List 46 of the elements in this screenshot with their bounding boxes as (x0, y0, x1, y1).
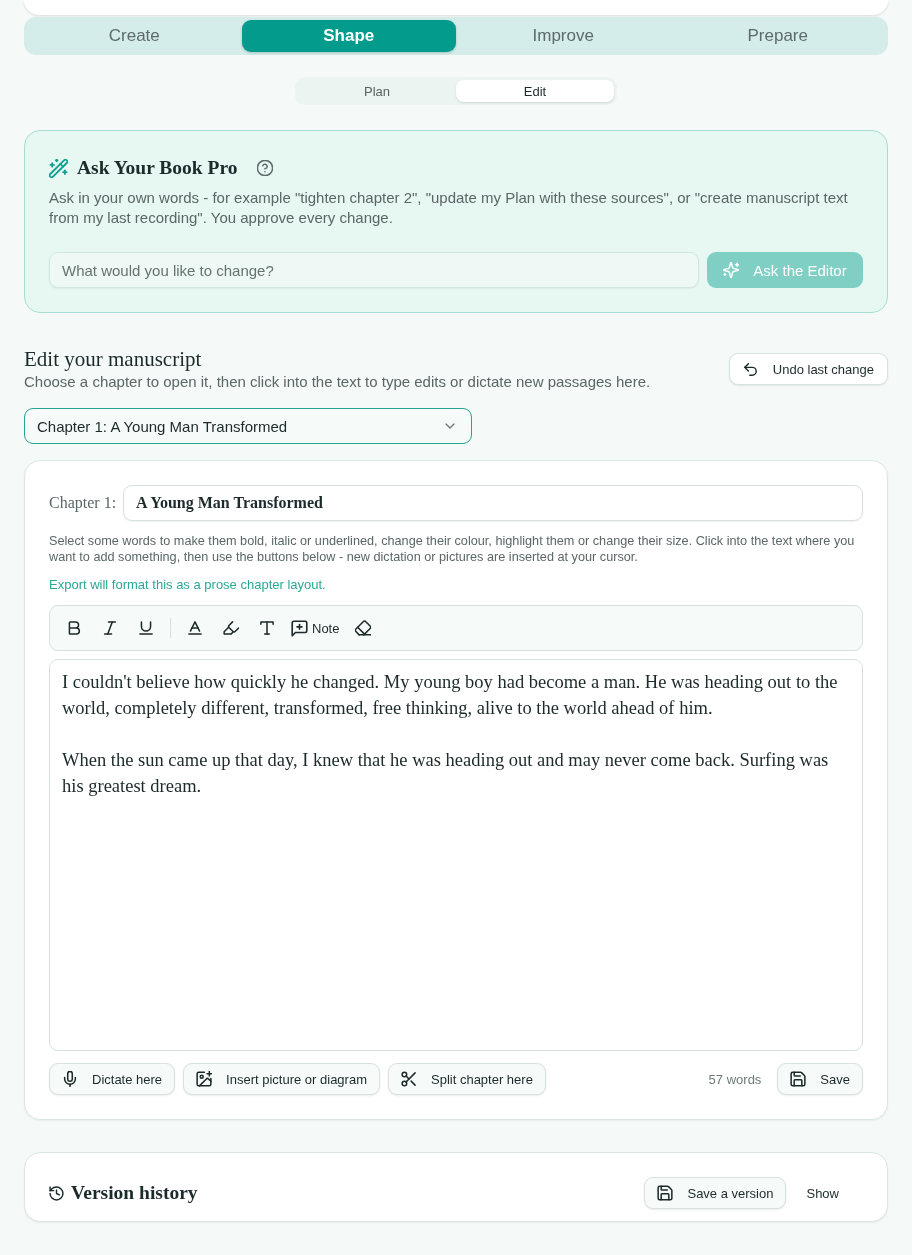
text-colour-icon (187, 620, 203, 636)
undo-button[interactable]: Undo last change (728, 353, 888, 385)
message-plus-icon (291, 619, 308, 637)
save-icon (657, 1185, 674, 1201)
view-toggle-option[interactable]: Edit (456, 80, 614, 102)
export-note: Export will format this as a prose chapter layout. (49, 577, 327, 593)
microphone-icon (62, 1071, 78, 1087)
highlighter-icon (223, 620, 239, 636)
action-button[interactable]: Dictate here (49, 1063, 176, 1095)
section-subtitle: Choose a chapter to open it, then click into the text to type edits or dictate new passages here. (24, 372, 651, 392)
eraser-icon (355, 620, 372, 636)
history-icon (49, 1185, 64, 1201)
panel-title: Ask Your Book Pro (77, 156, 238, 180)
stage-tab[interactable]: Improve (456, 20, 671, 52)
undo-icon (742, 361, 758, 377)
stage-tab[interactable]: Create (27, 20, 242, 52)
show-button[interactable]: Show (794, 1177, 851, 1209)
italic-icon (102, 620, 118, 636)
chapter-title-field[interactable]: A Young Man Transformed (123, 485, 863, 521)
bold-icon (66, 620, 82, 636)
help-icon (256, 160, 273, 176)
view-toggle-option[interactable]: Plan (298, 80, 456, 102)
manuscript-paragraph: I couldn't believe how quickly he changed. My young boy had become a man. He was heading out to the world, completely different, transformed, free thinking, alive to the world ahead of him. (62, 671, 839, 720)
chapter-label: Chapter 1: (49, 494, 117, 512)
underline-icon (138, 620, 154, 636)
text-size-icon (259, 620, 275, 636)
save-icon (790, 1071, 807, 1087)
panel-description: Ask in your own words - for example "tighten chapter 2", "update my Plan with these sources", or "create manuscript text from my last recording". You approve every change. (49, 188, 849, 228)
section-title: Edit your manuscript (24, 346, 203, 372)
note-button[interactable]: Note (287, 613, 344, 643)
chapter-select[interactable]: Chapter 1: A Young Man Transformed (24, 408, 472, 444)
stage-tab[interactable]: Prepare (670, 20, 885, 52)
save-button[interactable]: Save (777, 1063, 863, 1095)
help-text: Select some words to make them bold, italic or underlined, change their colour, highlight them or change their size. Click into the text where you want to add something, then use the buttons below - new dictation or pictures are inserted at your cursor. (49, 533, 856, 565)
word-count: 57 words (708, 1071, 762, 1087)
action-button[interactable]: Split chapter here (388, 1063, 546, 1095)
version-history-title: Version history (71, 1181, 198, 1205)
manuscript-paragraph: When the sun came up that day, I knew that he was heading out and may never come back. Surfing was his greatest dream. (62, 749, 830, 798)
scissors-icon (401, 1071, 417, 1087)
save-version-button[interactable]: Save a version (644, 1177, 787, 1209)
manuscript-text-field[interactable] (49, 659, 863, 1051)
sparkles-icon (723, 262, 740, 278)
request-input[interactable]: What would you like to change? (49, 252, 699, 288)
image-plus-icon (196, 1071, 213, 1087)
magic-wand-icon (49, 158, 68, 178)
action-button[interactable]: Insert picture or diagram (183, 1063, 380, 1095)
